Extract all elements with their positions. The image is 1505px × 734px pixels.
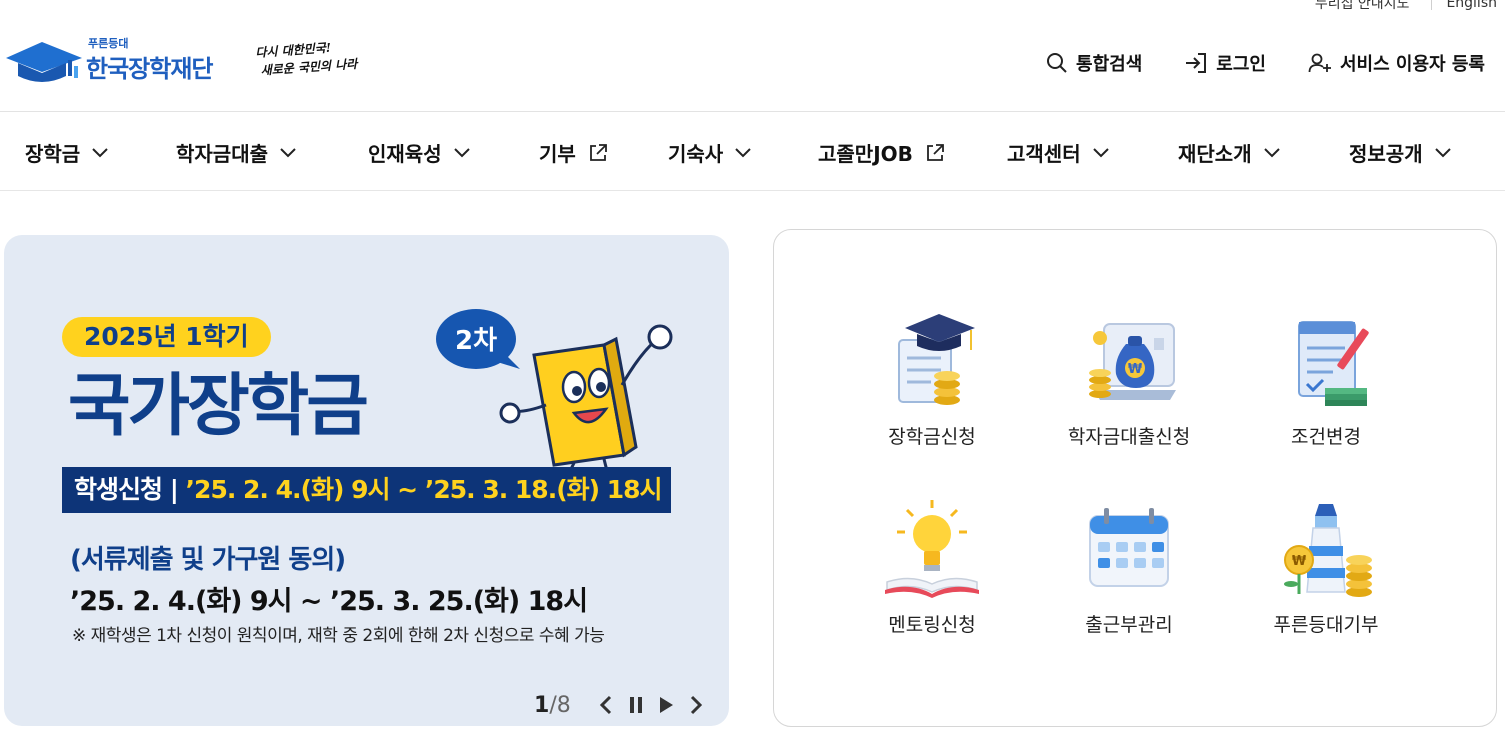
calendar-icon — [1089, 508, 1169, 587]
chevron-down-icon — [735, 147, 751, 157]
quick-mentoring-apply[interactable]: 멘토링신청 — [847, 496, 1017, 637]
login-button[interactable]: 로그인 — [1184, 50, 1266, 76]
site-header: 푸른등대 한국장학재단 다시 대한민국! 새로운 국민의 나라 통합검색 로그인 — [0, 0, 1505, 112]
banner-note: ※ 재학생은 1차 신청이 원칙이며, 재학 중 2회에 한해 2차 신청으로 … — [72, 626, 605, 646]
chevron-down-icon — [1434, 147, 1451, 157]
nav-label: 인재육성 — [368, 142, 442, 166]
nav-label: 기숙사 — [668, 142, 724, 166]
play-icon — [659, 697, 673, 713]
svg-text:₩: ₩ — [1292, 554, 1307, 569]
document-pen-icon — [1298, 321, 1369, 406]
slide-counter: 1/8 — [534, 693, 571, 718]
quick-scholarship-apply[interactable]: 장학금신청 — [847, 308, 1017, 449]
chevron-down-icon — [1092, 147, 1109, 157]
login-label: 로그인 — [1216, 54, 1266, 75]
nav-disclosure[interactable]: 정보공개 — [1349, 138, 1451, 167]
main-nav: 장학금 학자금대출 인재육성 기부 기숙사 고졸만JOB 고객센터 재단소개 정… — [0, 112, 1505, 191]
nav-label: 장학금 — [25, 142, 81, 166]
lightbulb-book-icon — [885, 500, 979, 598]
chevron-left-icon — [599, 695, 611, 715]
logo[interactable]: 푸른등대 한국장학재단 — [4, 36, 236, 88]
quick-condition-change[interactable]: 조건변경 — [1241, 308, 1411, 449]
search-button[interactable]: 통합검색 — [1046, 50, 1142, 76]
user-add-icon — [1308, 53, 1331, 73]
svg-text:₩: ₩ — [1128, 362, 1143, 377]
nav-about[interactable]: 재단소개 — [1178, 138, 1280, 167]
pause-button[interactable] — [621, 691, 651, 719]
slide-total: /8 — [549, 692, 571, 718]
lighthouse-coins-icon: ₩ — [1284, 504, 1372, 597]
nav-customer-center[interactable]: 고객센터 — [1007, 138, 1109, 167]
register-label: 서비스 이용자 등록 — [1339, 54, 1485, 75]
mortarboard-logo-icon — [6, 42, 82, 82]
quick-label: 푸른등대기부 — [1273, 614, 1379, 636]
quick-label: 멘토링신청 — [888, 614, 976, 636]
register-button[interactable]: 서비스 이용자 등록 — [1308, 50, 1485, 76]
nav-scholarship[interactable]: 장학금 — [25, 138, 108, 167]
nav-talent[interactable]: 인재육성 — [368, 138, 470, 167]
login-icon — [1186, 53, 1207, 73]
chevron-down-icon — [280, 147, 296, 157]
semester-pill: 2025년 1학기 — [62, 317, 271, 357]
chevron-down-icon — [1263, 147, 1280, 157]
slogan: 다시 대한민국! 새로운 국민의 나라 — [255, 36, 369, 80]
quick-label: 학자금대출신청 — [1067, 426, 1191, 448]
quick-donation[interactable]: ₩ 푸른등대기부 — [1241, 496, 1411, 637]
main-banner[interactable]: 2025년 1학기 국가장학금 2차 학생신청 | ’25. 2. 4.(화) … — [4, 235, 729, 726]
logo-name: 한국장학재단 — [86, 55, 213, 83]
nav-label: 고졸만JOB — [818, 142, 913, 166]
nav-dormitory[interactable]: 기숙사 — [668, 138, 751, 167]
nav-label: 기부 — [539, 142, 576, 166]
book-character-illustration: 2차 — [436, 309, 673, 475]
external-link-icon — [589, 143, 607, 161]
nav-highschool-job[interactable]: 고졸만JOB — [818, 138, 945, 167]
nav-label: 재단소개 — [1178, 142, 1252, 166]
chevron-down-icon — [453, 147, 470, 157]
documents-period: ’25. 2. 4.(화) 9시 ~ ’25. 3. 25.(화) 18시 — [70, 586, 588, 617]
prev-slide-button[interactable] — [591, 691, 621, 719]
search-label: 통합검색 — [1076, 54, 1143, 75]
nav-label: 학자금대출 — [176, 142, 268, 166]
top-nav: 통합검색 로그인 서비스 이용자 등록 — [1004, 48, 1485, 78]
graduation-cap-icon — [898, 314, 975, 405]
nav-donation[interactable]: 기부 — [539, 138, 608, 167]
quick-label: 조건변경 — [1291, 426, 1361, 448]
chevron-down-icon — [92, 147, 108, 157]
pause-icon — [629, 697, 642, 713]
quick-attendance[interactable]: 출근부관리 — [1044, 496, 1214, 637]
quick-loan-apply[interactable]: ₩ 학자금대출신청 — [1044, 308, 1214, 449]
application-period: 학생신청 | ’25. 2. 4.(화) 9시 ~ ’25. 3. 18.(화)… — [62, 467, 671, 513]
chevron-right-icon — [690, 695, 702, 715]
banner-title: 국가장학금 — [68, 367, 369, 446]
nav-label: 정보공개 — [1349, 142, 1423, 166]
slider-controls: 1/8 — [534, 691, 711, 719]
nav-student-loan[interactable]: 학자금대출 — [176, 138, 296, 167]
slide-current: 1 — [534, 692, 550, 718]
next-slide-button[interactable] — [681, 691, 711, 719]
round-badge: 2차 — [455, 326, 497, 356]
search-icon — [1047, 53, 1067, 73]
money-bag-icon: ₩ — [1089, 323, 1176, 400]
quick-label: 출근부관리 — [1085, 614, 1173, 636]
quick-label: 장학금신청 — [888, 426, 976, 448]
play-button[interactable] — [651, 691, 681, 719]
quick-menu: 장학금신청 ₩ 학자금대출신청 조건변경 멘토링신청 출근부관리 ₩ 푸른등대기… — [773, 229, 1497, 727]
period-value: ’25. 2. 4.(화) 9시 ~ ’25. 3. 18.(화) 18시 — [185, 475, 663, 504]
period-label: 학생신청 | — [74, 475, 186, 504]
nav-label: 고객센터 — [1007, 142, 1081, 166]
documents-title: (서류제출 및 가구원 동의) — [70, 545, 346, 575]
external-link-icon — [926, 143, 944, 161]
